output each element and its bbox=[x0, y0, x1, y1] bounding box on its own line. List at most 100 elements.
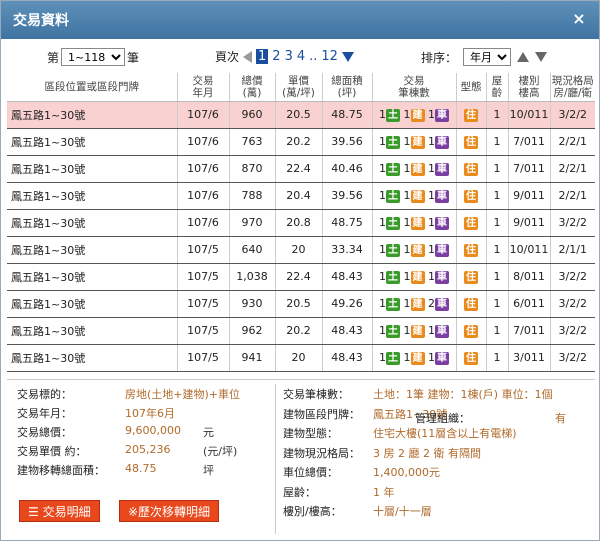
page-3[interactable]: 3 bbox=[285, 49, 293, 64]
page-4[interactable]: 4 bbox=[297, 49, 305, 64]
table-row[interactable]: 鳳五路1~30號 107/6 763 20.2 39.56 1 土 1建 1車 住 1 7/01… bbox=[7, 127, 595, 156]
cell-addr: 鳳五路1~30號 bbox=[7, 235, 177, 264]
table-row[interactable]: 鳳五路1~30號 107/5 640 20 33.34 1 土 1建 1車 住 1 10/011… bbox=[7, 235, 595, 264]
cell-layout: 3/2/2 bbox=[549, 262, 595, 291]
detail-value: 205,236 bbox=[125, 443, 171, 456]
cell-area: 48.43 bbox=[321, 316, 372, 345]
cell-addr: 鳳五路1~30號 bbox=[7, 208, 177, 237]
count-b2: 1 bbox=[403, 269, 411, 283]
type-badge: 住 bbox=[464, 162, 478, 176]
mgmt-value: 有 bbox=[555, 412, 566, 425]
cell-addr: 鳳五路1~30號 bbox=[7, 289, 177, 318]
table-row[interactable]: 鳳五路1~30號 107/6 788 20.4 39.56 1 土 1建 1車 住 1 9/01… bbox=[7, 181, 595, 210]
type-badge: 住 bbox=[464, 243, 478, 257]
page-ellipsis: .. bbox=[309, 49, 318, 64]
table-header: 區段位置或區段門牌 交易 年月 總價 (萬) 單價 (萬/坪) 總面積 (坪) 交易 筆棟… bbox=[7, 73, 595, 102]
cell-unit: 22.4 bbox=[274, 262, 322, 291]
count-b1: 1 bbox=[379, 323, 386, 337]
badge-car: 車 bbox=[435, 297, 449, 311]
sort-asc-icon[interactable] bbox=[517, 52, 530, 62]
prev-page-icon[interactable] bbox=[243, 50, 253, 63]
count-b1: 1 bbox=[379, 107, 386, 121]
transaction-detail-label: 交易明細 bbox=[42, 505, 91, 519]
detail-label: 建物區段門牌： bbox=[283, 407, 360, 421]
type-badge: 住 bbox=[464, 216, 478, 230]
sort-desc-icon[interactable] bbox=[535, 52, 548, 62]
detail-label: 建物移轉總面積： bbox=[17, 464, 105, 477]
close-icon[interactable]: × bbox=[571, 11, 587, 27]
count-b1: 1 bbox=[379, 215, 386, 229]
table-row[interactable]: 鳳五路1~30號 107/6 870 22.4 40.46 1 土 1建 1車 住 1 7/01… bbox=[7, 154, 595, 183]
cell-total: 1,038 bbox=[228, 262, 275, 291]
cell-total: 763 bbox=[228, 127, 275, 156]
cell-layout: 3/2/2 bbox=[549, 343, 595, 372]
cell-total: 960 bbox=[228, 100, 275, 129]
badge-car: 車 bbox=[435, 243, 449, 257]
count-b1: 1 bbox=[379, 269, 386, 283]
cell-type: 住 bbox=[455, 181, 486, 210]
cell-age: 1 bbox=[485, 100, 508, 129]
type-badge: 住 bbox=[464, 270, 478, 284]
count-b3: 1 bbox=[428, 323, 435, 337]
page-2[interactable]: 2 bbox=[272, 49, 280, 64]
detail-label: 車位總價： bbox=[283, 466, 338, 479]
sort-select[interactable]: 年月 bbox=[463, 48, 512, 66]
transfer-history-button[interactable]: ※歷次移轉明細 bbox=[119, 500, 220, 522]
page-last[interactable]: 12 bbox=[321, 49, 338, 64]
column-header: 交易 筆棟數 bbox=[371, 73, 456, 102]
detail-value: 107年6月 bbox=[125, 407, 175, 420]
cell-area: 48.75 bbox=[321, 100, 372, 129]
badge-car: 車 bbox=[435, 324, 449, 338]
count-b3: 1 bbox=[428, 242, 435, 256]
count-b2: 1 bbox=[403, 323, 411, 337]
cell-counts: 1土 1建 1車 bbox=[371, 208, 456, 237]
cell-age: 1 bbox=[485, 235, 508, 264]
badge-land: 土 bbox=[386, 351, 400, 365]
table-row[interactable]: 鳳五路1~30號 107/5 962 20.2 48.43 1 土 1建 1車 住 1 7/01… bbox=[7, 316, 595, 345]
badge-build: 建 bbox=[410, 270, 425, 284]
cell-type: 住 bbox=[455, 262, 486, 291]
badge-land: 土 bbox=[386, 162, 400, 176]
badge-build: 建 bbox=[410, 135, 425, 149]
cell-age: 1 bbox=[485, 343, 508, 372]
transaction-detail-button[interactable]: ☰ 交易明細 bbox=[19, 500, 100, 522]
page-range-selector: 第 1~118 筆 bbox=[47, 48, 139, 66]
next-page-icon[interactable] bbox=[341, 51, 354, 62]
badge-car: 車 bbox=[435, 351, 449, 365]
badge-land: 土 bbox=[386, 108, 400, 122]
column-header: 屋 齡 bbox=[485, 73, 508, 102]
badge-land: 土 bbox=[386, 297, 400, 311]
cell-layout: 3/2/2 bbox=[549, 100, 595, 129]
cell-floor: 7/011 bbox=[507, 127, 550, 156]
page-1[interactable]: 1 bbox=[256, 49, 269, 64]
detail-value: 1,400,000元 bbox=[373, 466, 440, 479]
detail-value: 48.75 bbox=[125, 462, 157, 475]
cell-total: 640 bbox=[228, 235, 275, 264]
detail-label: 交易標的： bbox=[17, 388, 72, 401]
column-header: 區段位置或區段門牌 bbox=[7, 73, 177, 102]
cell-layout: 2/1/1 bbox=[549, 235, 595, 264]
cell-unit: 20 bbox=[274, 343, 322, 372]
cell-ym: 107/6 bbox=[176, 100, 229, 129]
cell-age: 1 bbox=[485, 289, 508, 318]
cell-addr: 鳳五路1~30號 bbox=[7, 127, 177, 156]
cell-layout: 3/2/2 bbox=[549, 316, 595, 345]
cell-age: 1 bbox=[485, 316, 508, 345]
table-row[interactable]: 鳳五路1~30號 107/5 1,038 22.4 48.43 1 土 1建 1車 住 1 8/… bbox=[7, 262, 595, 291]
cell-unit: 20.5 bbox=[274, 100, 322, 129]
cell-counts: 1土 1建 2車 bbox=[371, 289, 456, 318]
table-row[interactable]: 鳳五路1~30號 107/6 970 20.8 48.75 1 土 1建 1車 住 1 9/01… bbox=[7, 208, 595, 237]
cell-area: 40.46 bbox=[321, 154, 372, 183]
page-range-select[interactable]: 1~118 bbox=[61, 48, 126, 66]
count-b3: 1 bbox=[428, 350, 435, 364]
detail-value: 十層/十一層 bbox=[373, 505, 432, 518]
table-row[interactable]: 鳳五路1~30號 107/5 930 20.5 49.26 1 土 1建 2車 住 1 6/01… bbox=[7, 289, 595, 318]
detail-label: 樓別/樓高： bbox=[283, 505, 342, 518]
transaction-dialog: 交易資料 × 第 1~118 筆 頁次 1 2 3 4 .. 12 排序： 年月 bbox=[0, 0, 600, 541]
count-b3: 1 bbox=[428, 107, 435, 121]
transaction-table: 區段位置或區段門牌 交易 年月 總價 (萬) 單價 (萬/坪) 總面積 (坪) 交易 筆棟… bbox=[7, 73, 595, 372]
cell-type: 住 bbox=[455, 100, 486, 129]
table-row[interactable]: 鳳五路1~30號 107/6 960 20.5 48.75 1 土 1建 1車 住 1 10/0… bbox=[7, 100, 595, 129]
table-row[interactable]: 鳳五路1~30號 107/5 941 20 48.43 1 土 1建 1車 住 1 3/011 3… bbox=[7, 343, 595, 372]
badge-car: 車 bbox=[435, 216, 449, 230]
